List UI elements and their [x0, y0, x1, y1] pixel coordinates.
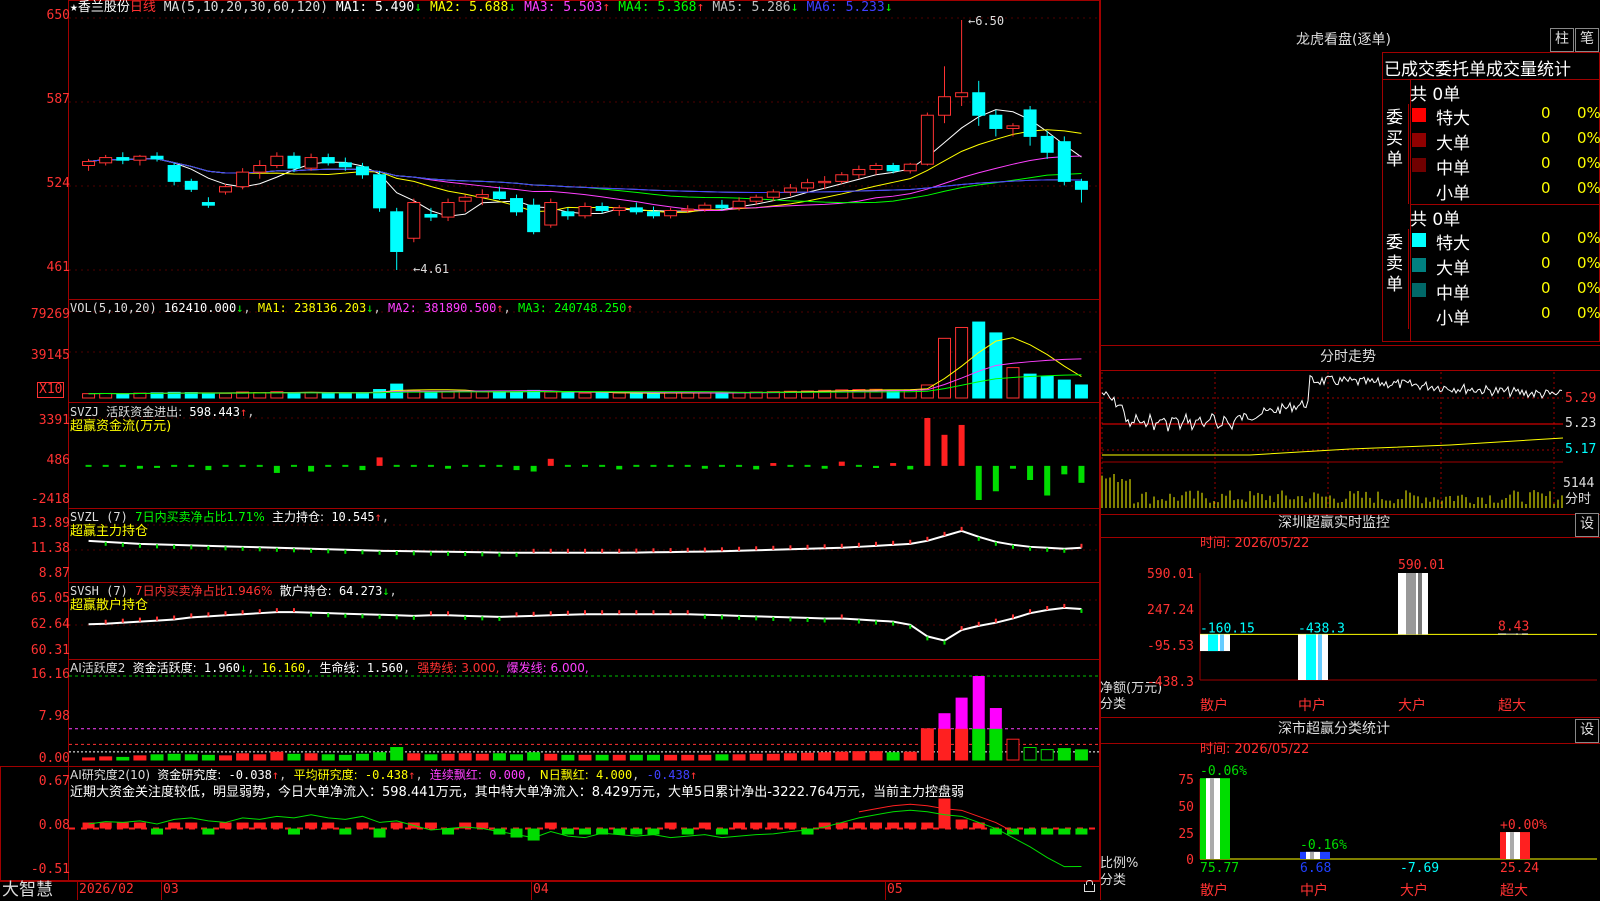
szm-bar-shade	[1406, 573, 1416, 635]
szm-bar-shade2	[1418, 573, 1422, 635]
szc-change-label: -0.06%	[1200, 764, 1247, 779]
szc-value-label: 75.77	[1200, 861, 1239, 876]
szc-value-label: -7.69	[1400, 861, 1439, 876]
szc-ytick: 0	[1186, 853, 1194, 868]
szm-bar-shade2	[1220, 634, 1224, 652]
szc-bar-shade2	[1210, 778, 1214, 859]
szc-ytick: 50	[1178, 800, 1194, 815]
szm-bar-shade	[1208, 634, 1218, 652]
szm-category: 超大	[1498, 698, 1526, 714]
szc-change-label: -0.16%	[1300, 838, 1347, 853]
szc-ytick: 75	[1178, 773, 1194, 788]
stock-terminal: ★香兰股份日线 MA(5,10,20,30,60,120) MA1: 5.490…	[0, 0, 1600, 900]
szm-ytick: 590.01	[1147, 567, 1194, 582]
intraday-avg-line	[1102, 437, 1564, 456]
szc-category: 散户	[1200, 882, 1228, 899]
szc-category: 大户	[1400, 882, 1428, 899]
szc-change-label: +0.00%	[1500, 818, 1547, 833]
szm-bar-shade	[1306, 634, 1316, 680]
szm-bar-shade2	[1318, 634, 1322, 680]
szm-bar-label: 8.43	[1498, 619, 1529, 634]
szm-bar	[1298, 634, 1328, 680]
szm-category: 大户	[1398, 697, 1426, 714]
szm-category: 中户	[1298, 697, 1326, 714]
szm-bar	[1200, 634, 1230, 652]
szm-ytick: 247.24	[1147, 603, 1194, 618]
szm-bar-label: -438.3	[1298, 621, 1345, 636]
intraday-price-line	[1101, 374, 1563, 432]
right-charts-canvas: 590.01 247.24 -95.53 -438.3 -160.15 散户 -438.3 中…	[1101, 372, 1597, 899]
szc-bar-shade2	[1510, 832, 1514, 859]
szm-category: 散户	[1200, 697, 1228, 714]
szc-bar-shade2	[1310, 851, 1314, 859]
szm-ytick: -438.3	[1147, 675, 1194, 690]
szm-ytick: -95.53	[1147, 639, 1194, 654]
szc-category: 超大	[1500, 883, 1528, 899]
szm-bar	[1398, 573, 1428, 635]
szc-value-label: 25.24	[1500, 861, 1539, 876]
szm-bar-label: -160.15	[1200, 621, 1255, 636]
szc-ytick: 25	[1178, 827, 1194, 842]
szm-bar-label: 590.01	[1398, 558, 1445, 573]
szc-value-label: 6.68	[1300, 861, 1331, 876]
szc-category: 中户	[1300, 882, 1328, 899]
